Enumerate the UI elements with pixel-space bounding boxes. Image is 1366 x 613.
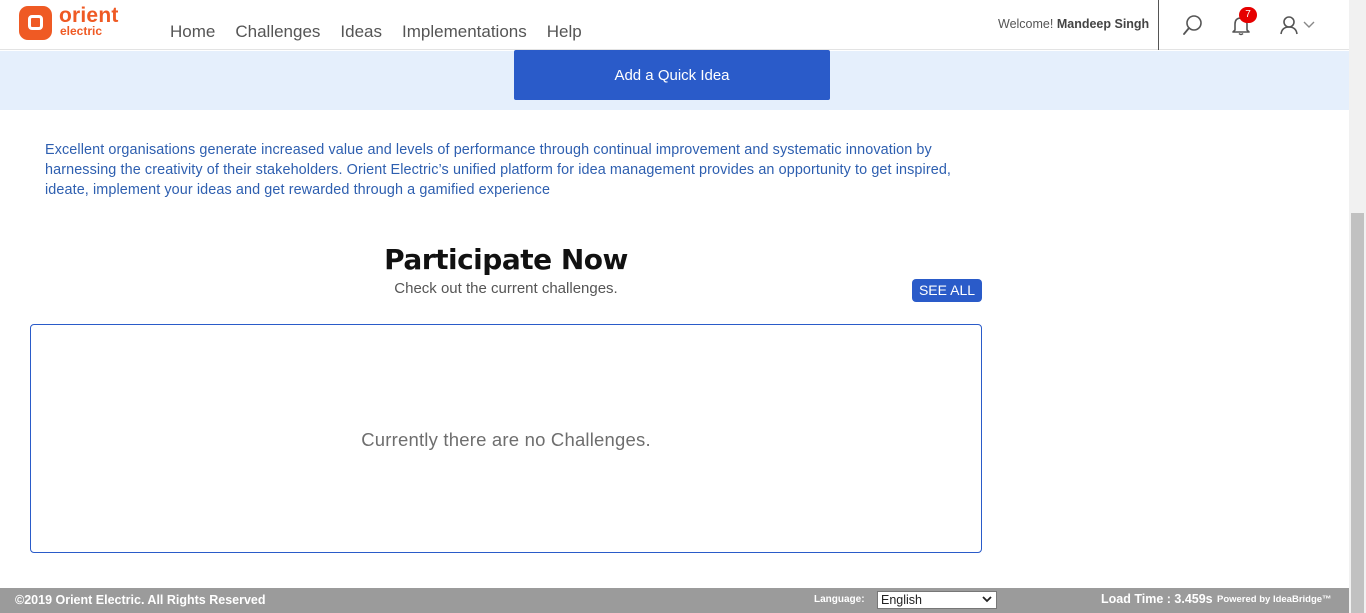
- chevron-down-icon[interactable]: [1302, 18, 1316, 32]
- nav-implementations[interactable]: Implementations: [402, 22, 527, 42]
- user-name: Mandeep Singh: [1056, 17, 1150, 31]
- nav-challenges[interactable]: Challenges: [235, 22, 320, 42]
- language-selected-value: English: [881, 593, 922, 607]
- nav-help[interactable]: Help: [547, 22, 582, 42]
- header-divider: [1158, 0, 1159, 50]
- copyright-text: ©2019 Orient Electric. All Rights Reserv…: [15, 593, 266, 607]
- welcome-text: Welcome! Mandeep Singh: [998, 17, 1149, 31]
- page-scrollbar[interactable]: [1349, 0, 1366, 613]
- nav-ideas[interactable]: Ideas: [340, 22, 382, 42]
- orient-electric-logo[interactable]: orient electric: [19, 5, 129, 42]
- user-icon[interactable]: [1278, 14, 1300, 36]
- challenges-panel: Currently there are no Challenges.: [30, 324, 982, 553]
- notification-badge: 7: [1239, 7, 1257, 23]
- top-header: orient electric Home Challenges Ideas Im…: [0, 0, 1349, 50]
- search-icon[interactable]: [1182, 14, 1204, 36]
- nav-home[interactable]: Home: [170, 22, 215, 42]
- welcome-prefix: Welcome!: [998, 17, 1054, 31]
- logo-word-electric: electric: [60, 24, 103, 38]
- scrollbar-thumb[interactable]: [1351, 213, 1364, 613]
- powered-by-text: Powered by IdeaBridge™: [1217, 594, 1332, 605]
- participate-title: Participate Now: [384, 243, 628, 276]
- language-label: Language:: [814, 594, 865, 605]
- load-time-text: Load Time : 3.459s: [1101, 592, 1213, 606]
- see-all-button[interactable]: SEE ALL: [912, 279, 982, 302]
- page: orient electric Home Challenges Ideas Im…: [0, 0, 1366, 613]
- language-select[interactable]: English: [877, 591, 997, 609]
- participate-subtitle: Check out the current challenges.: [394, 280, 618, 297]
- logo-mark-icon: [19, 6, 52, 40]
- empty-challenges-message: Currently there are no Challenges.: [361, 429, 651, 450]
- select-chevron-icon: [982, 596, 992, 603]
- add-quick-idea-button[interactable]: Add a Quick Idea: [514, 50, 830, 100]
- main-nav: Home Challenges Ideas Implementations He…: [170, 22, 602, 42]
- intro-paragraph: Excellent organisations generate increas…: [45, 142, 952, 198]
- footer: ©2019 Orient Electric. All Rights Reserv…: [0, 588, 1349, 613]
